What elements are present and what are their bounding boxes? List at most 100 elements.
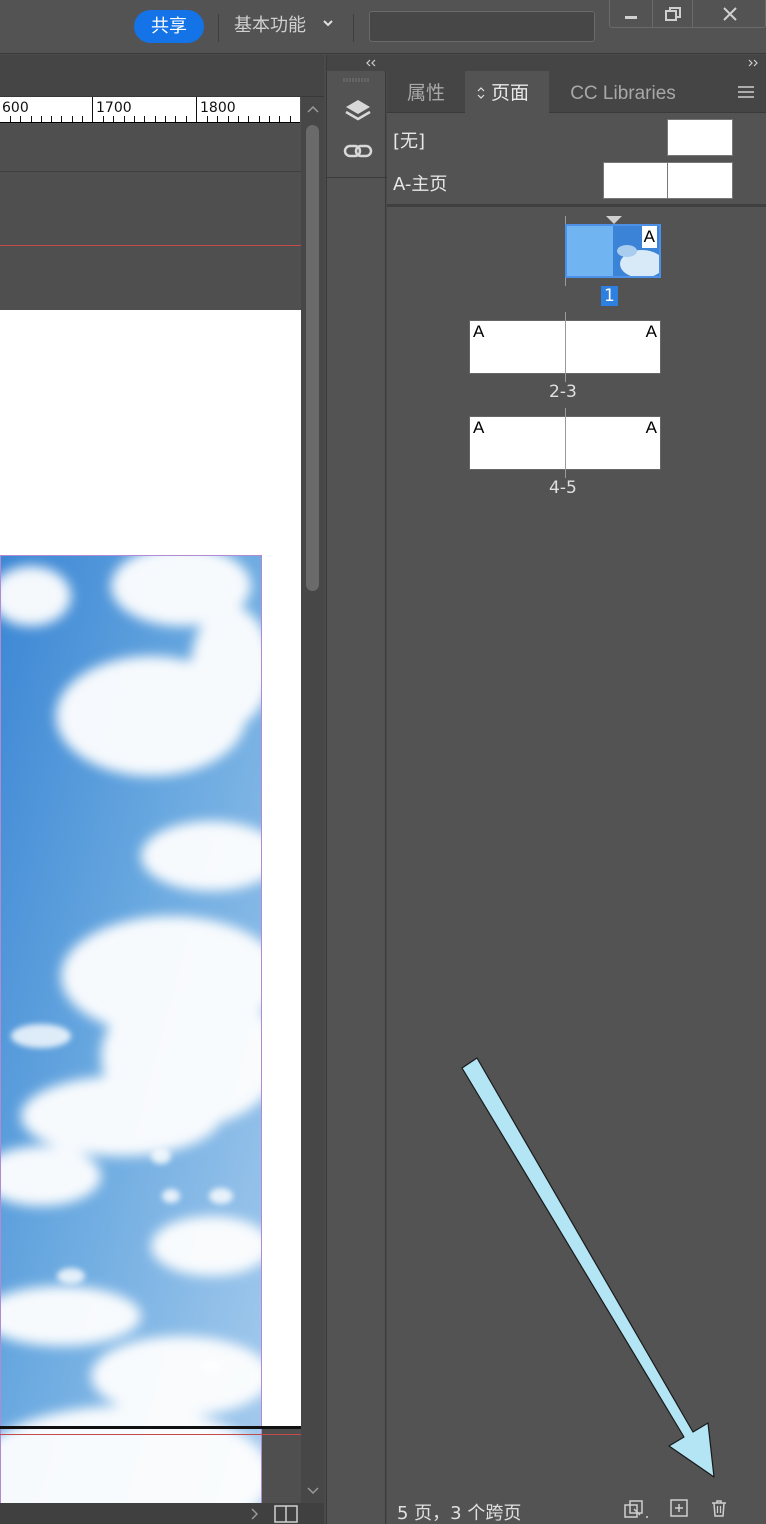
master-mark: A	[473, 418, 485, 437]
ruler-label: 1800	[200, 100, 236, 116]
delete-page-button[interactable]	[709, 1498, 733, 1520]
ruler-minor-tick	[175, 116, 176, 122]
strip-header[interactable]	[327, 55, 387, 71]
new-page-icon	[670, 1499, 688, 1517]
bleed-guide	[0, 1434, 301, 1435]
page-1-thumb[interactable]: A	[565, 224, 661, 278]
master-thumbnail-right[interactable]	[667, 162, 733, 199]
ruler-minor-tick	[186, 116, 187, 122]
panel-footer: 5 页，3 个跨页	[387, 1495, 766, 1524]
ruler-major-tick	[92, 97, 93, 122]
ruler-minor-tick	[144, 116, 145, 122]
restore-icon	[664, 7, 681, 21]
pasteboard[interactable]	[0, 124, 301, 1524]
ruler-minor-tick	[259, 116, 260, 122]
ruler-minor-tick	[269, 116, 270, 122]
vertical-scrollbar[interactable]	[301, 97, 324, 1503]
ruler-minor-tick	[31, 116, 32, 122]
master-pages-section: [无] A-主页	[387, 114, 766, 207]
expand-icon[interactable]	[747, 58, 759, 68]
tab-pages[interactable]: 页面	[465, 71, 549, 113]
horizontal-ruler[interactable]: 600 1700 1800	[0, 97, 300, 123]
ruler-minor-tick	[113, 116, 114, 122]
document-window: 600 1700 1800	[0, 55, 324, 1524]
chevron-down-icon[interactable]	[307, 1487, 319, 1495]
restore-button[interactable]	[652, 0, 692, 28]
bleed-guide	[0, 245, 301, 246]
chevron-down-icon[interactable]	[321, 16, 335, 30]
spread-spine	[565, 408, 566, 478]
collapsed-panel-strip	[326, 55, 387, 1524]
spread-spine	[565, 312, 566, 382]
search-input[interactable]	[369, 11, 595, 42]
ruler-label: 600	[2, 100, 29, 116]
horizontal-scrollbar[interactable]	[0, 1503, 324, 1524]
master-mark: A	[645, 322, 657, 341]
spread-thumbnail[interactable]: A A 2-3	[469, 312, 661, 410]
page-thumbnail[interactable]: A 1	[469, 216, 661, 314]
window-controls	[609, 0, 766, 28]
page-number-label: 2-3	[549, 382, 577, 402]
tab-cc-libraries[interactable]: CC Libraries	[549, 71, 697, 113]
divider	[218, 14, 219, 42]
pages-list[interactable]: A 1 A A 2-3 A A 4-5	[387, 210, 766, 1480]
grip-icon[interactable]	[342, 77, 372, 83]
spread-thumbnail[interactable]: A A 4-5	[469, 408, 661, 506]
master-item-none[interactable]: [无]	[387, 119, 766, 159]
share-button[interactable]: 共享	[134, 10, 204, 43]
master-thumbnail[interactable]	[667, 119, 733, 156]
master-mark: A	[645, 418, 657, 437]
master-thumbnail-left[interactable]	[603, 162, 668, 199]
links-icon[interactable]	[343, 139, 373, 163]
close-icon	[722, 7, 737, 21]
ruler-minor-tick	[207, 116, 208, 122]
sky-image-frame[interactable]	[0, 555, 262, 1524]
close-button[interactable]	[692, 0, 766, 28]
minimize-icon	[625, 16, 637, 19]
ruler-minor-tick	[20, 116, 21, 122]
panel-header-bar[interactable]	[387, 55, 766, 71]
document-page[interactable]	[0, 310, 301, 1524]
split-view-icon[interactable]	[274, 1505, 298, 1523]
ruler-minor-tick	[228, 116, 229, 122]
master-mark: A	[473, 322, 485, 341]
document-tab-strip	[0, 55, 324, 97]
divider	[353, 14, 354, 42]
ruler-minor-tick	[61, 116, 62, 122]
ruler-minor-tick	[279, 116, 280, 122]
minimize-button[interactable]	[610, 0, 652, 28]
page-edge	[0, 1426, 301, 1429]
ruler-minor-tick	[51, 116, 52, 122]
tab-properties[interactable]: 属性	[387, 71, 465, 113]
page-number-label: 1	[601, 286, 618, 306]
ruler-minor-tick	[290, 116, 291, 122]
sort-arrows-icon	[477, 87, 485, 99]
layers-icon[interactable]	[343, 97, 373, 127]
start-page-marker-icon	[606, 216, 622, 224]
master-item-a[interactable]: A-主页	[387, 162, 766, 202]
collapse-icon[interactable]	[365, 58, 377, 68]
edit-page-size-button[interactable]	[623, 1498, 648, 1520]
master-mark: A	[641, 226, 657, 248]
chevron-up-icon[interactable]	[307, 105, 319, 113]
delete-page-icon	[712, 1500, 726, 1517]
master-name: [无]	[393, 131, 426, 152]
chevron-right-icon[interactable]	[250, 1508, 258, 1520]
panel-menu-icon[interactable]	[737, 85, 755, 99]
ruler-minor-tick	[217, 116, 218, 122]
ruler-minor-tick	[248, 116, 249, 122]
ruler-minor-tick	[155, 116, 156, 122]
workspace-switcher[interactable]: 基本功能	[234, 11, 306, 37]
application-bar: 共享 基本功能	[0, 0, 766, 54]
scrollbar-thumb[interactable]	[306, 125, 319, 591]
guide-line	[0, 171, 301, 172]
new-page-button[interactable]	[669, 1498, 693, 1520]
ruler-label: 1700	[96, 100, 132, 116]
ruler-minor-tick	[82, 116, 83, 122]
ruler-minor-tick	[134, 116, 135, 122]
tab-pages-label: 页面	[491, 83, 530, 104]
ruler-minor-tick	[103, 116, 104, 122]
edit-page-size-icon	[624, 1500, 648, 1518]
pages-panel: 属性 页面 CC Libraries [无] A-主页 A 1 A A 2-3 …	[387, 55, 766, 1524]
page-number-label: 4-5	[549, 478, 577, 498]
